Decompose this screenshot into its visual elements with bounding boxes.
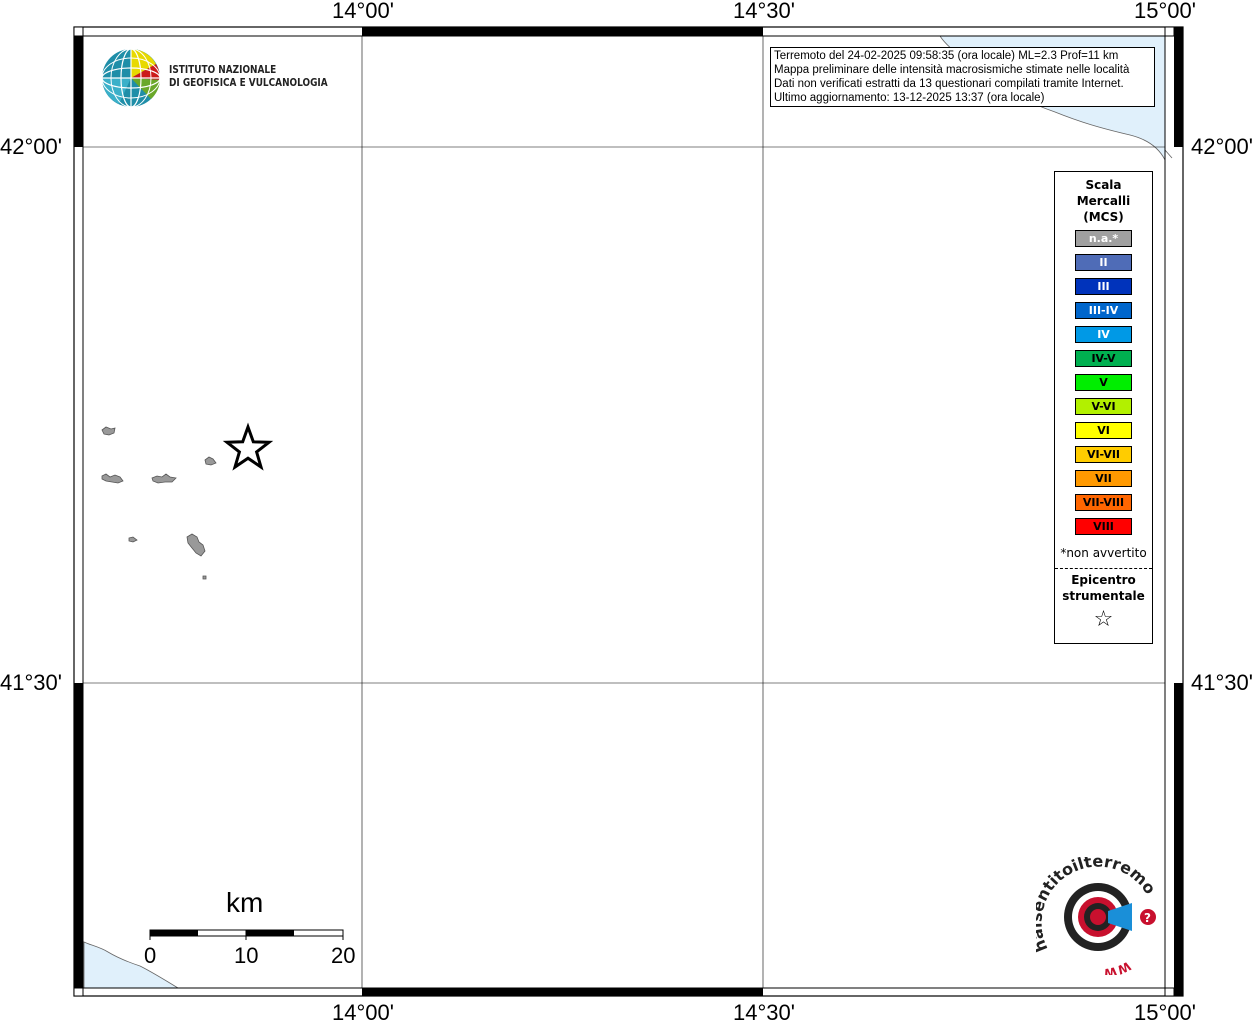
- legend-swatch-5: IV-V: [1075, 350, 1132, 367]
- epicenter-legend-line1: Epicentro: [1071, 573, 1136, 587]
- legend-title-line2: Mercalli: [1076, 194, 1131, 208]
- scale-bar-seg3: [246, 930, 294, 936]
- coast-tick: [1164, 149, 1173, 159]
- epicenter-star-icon[interactable]: [222, 422, 274, 471]
- lat-tick-left-4130: 41°30': [0, 670, 62, 695]
- locality-7: [202, 575, 207, 580]
- lon-tick-top-1500: 15°00': [1134, 0, 1196, 23]
- legend-swatch-0: n.a.*: [1075, 230, 1132, 247]
- event-info-line2: Mappa preliminare delle intensità macros…: [774, 64, 1130, 76]
- scale-bar-label-0: 0: [144, 943, 157, 968]
- lat-tick-left-4200: 42°00': [0, 134, 62, 159]
- scale-bar: [149, 929, 344, 940]
- lon-tick-bottom-1430: 14°30': [733, 1000, 795, 1025]
- event-info-line1: Terremoto del 24-02-2025 09:58:35 (ora l…: [774, 50, 1119, 62]
- lon-tick-bottom-1400: 14°00': [332, 1000, 394, 1025]
- legend-title: Scala Mercalli (MCS): [1055, 177, 1152, 225]
- border-left-dark-bottom: [74, 683, 83, 996]
- legend-swatch-8: VI: [1075, 422, 1132, 439]
- legend-swatch-9: VI-VII: [1075, 446, 1132, 463]
- lon-tick-top-1400: 14°00': [332, 0, 394, 23]
- epicenter-legend-star-icon: ☆: [1093, 607, 1114, 632]
- border-corner-br: [1164, 987, 1175, 997]
- legend-swatch-7: V-VI: [1075, 398, 1132, 415]
- locality-4: [204, 456, 217, 466]
- lat-tick-right-4130: 41°30': [1191, 670, 1253, 695]
- legend-note: *non avvertito: [1060, 546, 1147, 560]
- border-right-dark-top: [1174, 27, 1183, 147]
- border-corner-tl: [73, 26, 84, 37]
- legend-swatch-10: VII: [1075, 470, 1132, 487]
- border-top-dark: [362, 27, 763, 36]
- legend-swatch-12: VIII: [1075, 518, 1132, 535]
- legend-swatch-4: IV: [1075, 326, 1132, 343]
- scale-bar-label-10: 10: [234, 943, 259, 968]
- scale-bar-label-20: 20: [331, 943, 356, 968]
- border-left-dark-top: [74, 27, 83, 147]
- haisentito-logo-icon[interactable]: ? haisentitoilterremoto.it WWW.: [1036, 857, 1162, 975]
- legend-swatch-11: VII-VIII: [1075, 494, 1132, 511]
- locality-2: [101, 473, 124, 484]
- ingv-logo-text: ISTITUTO NAZIONALE DI GEOFISICA E VULCAN…: [169, 64, 328, 90]
- locality-3: [151, 473, 177, 484]
- border-bottom-dark: [362, 988, 763, 996]
- ingv-logo-line1: ISTITUTO NAZIONALE: [169, 64, 277, 76]
- scale-bar-seg1: [150, 930, 198, 936]
- epicenter-legend-title: Epicentro strumentale: [1055, 572, 1152, 604]
- legend-swatch-6: V: [1075, 374, 1132, 391]
- border-corner-tr: [1164, 26, 1175, 37]
- epicenter-legend-line2: strumentale: [1062, 589, 1145, 603]
- ingv-logo-line2: DI GEOFISICA E VULCANOLOGIA: [169, 77, 328, 89]
- badge-center: [1090, 909, 1106, 925]
- lon-tick-top-1430: 14°30': [733, 0, 795, 23]
- map-frame-outer: [73, 26, 1184, 997]
- border-right-dark-bottom: [1174, 683, 1183, 996]
- scale-bar-unit: km: [226, 887, 264, 918]
- legend-swatch-1: II: [1075, 254, 1132, 271]
- badge-question-mark: ?: [1144, 911, 1151, 925]
- event-info-box: Terremoto del 24-02-2025 09:58:35 (ora l…: [770, 47, 1155, 107]
- lat-tick-right-4200: 42°00': [1191, 134, 1253, 159]
- locality-6: [186, 533, 206, 557]
- event-info-line3: Dati non verificati estratti da 13 quest…: [774, 78, 1124, 90]
- map-frame-inner: [82, 35, 1166, 989]
- ingv-globe-icon: [101, 48, 161, 108]
- sea-southwest: [83, 941, 180, 989]
- lon-tick-bottom-1500: 15°00': [1134, 1000, 1196, 1025]
- border-corner-bl: [73, 987, 84, 997]
- legend-swatch-3: III-IV: [1075, 302, 1132, 319]
- legend-title-line3: (MCS): [1083, 210, 1124, 224]
- mcs-legend: Scala Mercalli (MCS) n.a.* II III III-IV IV I…: [1054, 171, 1153, 644]
- legend-separator: [1055, 568, 1152, 569]
- locality-5: [128, 536, 138, 543]
- locality-outlines: [101, 426, 217, 580]
- legend-swatch-2: III: [1075, 278, 1132, 295]
- event-info-line4: Ultimo aggiornamento: 13-12-2025 13:37 (…: [774, 92, 1045, 104]
- legend-title-line1: Scala: [1085, 178, 1122, 192]
- locality-1: [101, 426, 116, 436]
